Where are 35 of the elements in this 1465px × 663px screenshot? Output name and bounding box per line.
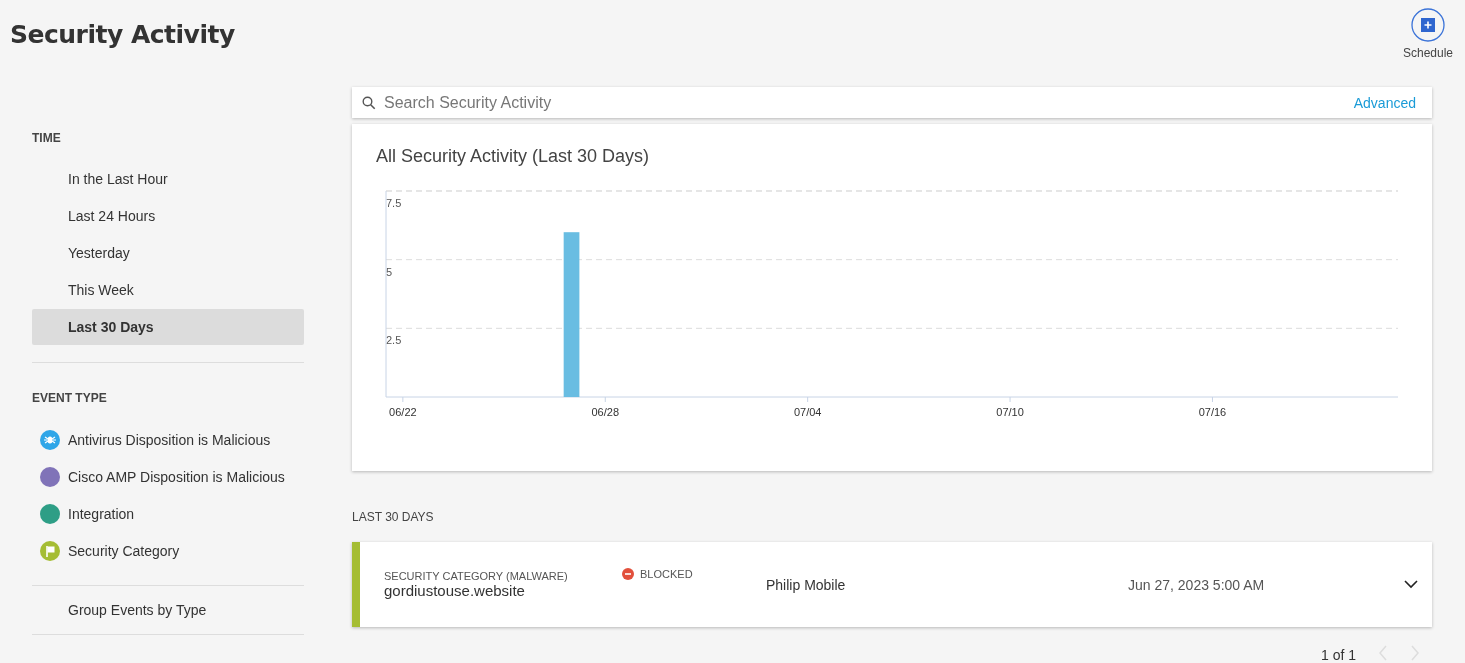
calendar-plus-icon: [1410, 8, 1445, 42]
event-type-label[interactable]: Security Category: [68, 542, 180, 559]
time-filter-item[interactable]: Last 30 Days: [32, 309, 304, 345]
blocked-icon: [622, 568, 634, 580]
event-category: SECURITY CATEGORY (MALWARE): [384, 570, 569, 582]
time-filter-item[interactable]: This Week: [32, 272, 304, 308]
chevron-icon: [1404, 580, 1418, 589]
x-tick-label: 06/28: [591, 406, 620, 418]
status-label: BLOCKED: [640, 568, 693, 580]
y-tick-label: 2.5: [386, 334, 402, 347]
x-tick-label: 07/10: [996, 406, 1024, 418]
group-events-link[interactable]: Group Events by Type: [32, 592, 304, 626]
x-tick-label: 07/04: [793, 406, 822, 418]
x-tick-label: 06/22: [389, 406, 417, 418]
chart-title: All Security Activity (Last 30 Days): [376, 146, 650, 167]
page-title: Security Activity: [10, 20, 235, 51]
search-icon: [362, 95, 376, 110]
event-row[interactable]: SECURITY CATEGORY (MALWARE) gordiustouse.website BLOCKED Philip Mobile Jun 27, 2023 5:00 AM: [352, 542, 1432, 627]
section-heading: TIME: [32, 131, 62, 145]
y-tick-label: 5: [386, 265, 393, 278]
time-filter-item[interactable]: In the Last Hour: [32, 161, 304, 197]
event-type-label[interactable]: Cisco AMP Disposition is Malicious: [68, 468, 285, 485]
x-tick-label: 07/16: [1198, 406, 1227, 418]
section-heading: EVENT TYPE: [32, 391, 108, 405]
section-heading: LAST 30 DAYS: [352, 510, 435, 524]
y-tick-label: 7.5: [386, 197, 402, 209]
time-filter-item[interactable]: Yesterday: [32, 235, 304, 271]
schedule-button[interactable]: Schedule: [1402, 8, 1453, 69]
time-filter-item[interactable]: Last 24 Hours: [32, 198, 304, 234]
event-type-label[interactable]: Integration: [68, 505, 135, 522]
event-type-label[interactable]: Antivirus Disposition is Malicious: [68, 431, 271, 448]
page-count: 1 of 1: [1320, 646, 1356, 663]
identity-name: Philip Mobile: [766, 576, 847, 593]
event-time: Jun 27, 2023 5:00 AM: [1128, 576, 1266, 593]
event-domain: gordiustouse.website: [384, 582, 526, 599]
